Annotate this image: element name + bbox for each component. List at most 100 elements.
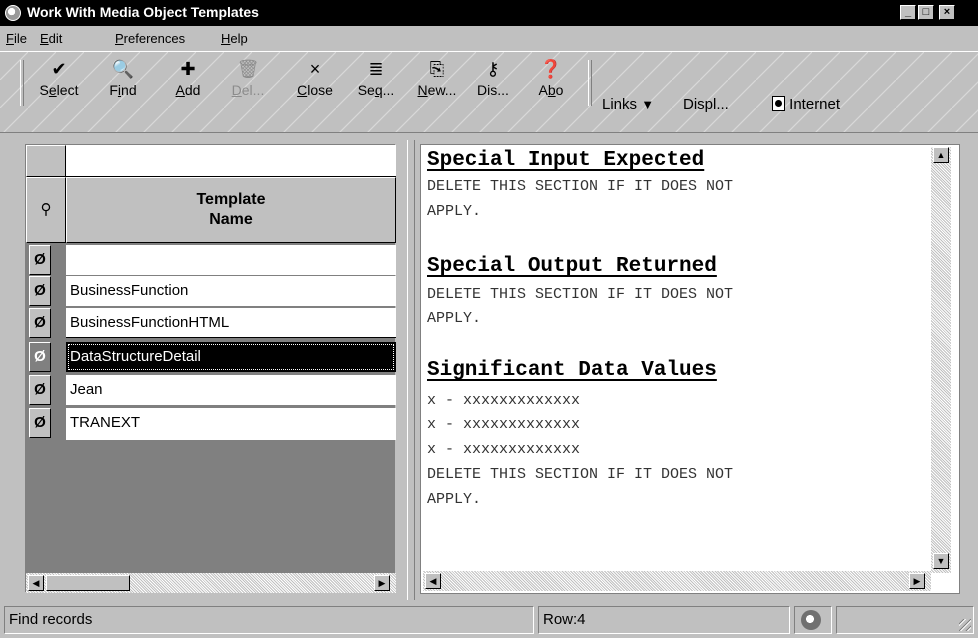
toolbar-grip-2[interactable] (588, 60, 592, 106)
table-row-selected[interactable]: DataStructureDetail (66, 342, 396, 372)
menu-help[interactable]: Help (221, 31, 248, 46)
links-menu[interactable]: Links ▼ (602, 96, 654, 113)
scroll-up-arrow-icon[interactable]: ▲ (933, 147, 949, 163)
about-label-mnemonic: b (547, 82, 556, 98)
about-label-post: o (555, 82, 564, 98)
panel-splitter[interactable] (407, 140, 415, 600)
display-menu[interactable]: Displ... (683, 96, 729, 113)
section-text: x - xxxxxxxxxxxxx (427, 416, 581, 433)
section-text: x - xxxxxxxxxxxxx (427, 441, 581, 458)
find-button[interactable]: 🔍 Find (103, 56, 143, 120)
internet-button[interactable]: Internet (772, 96, 840, 113)
sequence-button[interactable]: ≣ Seq... (350, 56, 402, 120)
close-label-post: lose (307, 82, 333, 98)
grid-horizontal-scrollbar[interactable]: ◀ ▶ (26, 573, 396, 593)
scroll-right-arrow-icon[interactable]: ▶ (909, 573, 925, 589)
scroll-left-arrow-icon[interactable]: ◀ (28, 575, 44, 591)
checkmark-icon: ✔ (51, 59, 67, 79)
qbe-row-header (26, 145, 66, 177)
links-label: Links (602, 96, 638, 113)
status-bar: Find records Row:4 (0, 603, 978, 638)
title-bar[interactable]: Work With Media Object Templates _ □ × (0, 0, 978, 26)
section-text: DELETE THIS SECTION IF IT DOES NOT (427, 178, 734, 195)
menu-file[interactable]: File (6, 31, 27, 46)
trash-icon: 🗑 (236, 59, 260, 79)
close-button[interactable]: × Close (288, 56, 342, 120)
new-button[interactable]: ⎘ New... (414, 56, 460, 120)
section-text: DELETE THIS SECTION IF IT DOES NOT (427, 466, 734, 483)
table-row[interactable]: TRANEXT (66, 408, 396, 440)
menu-preferences-mnemonic: P (115, 31, 124, 46)
add-label-mnemonic: A (175, 82, 185, 98)
select-label-post: lect (56, 82, 79, 98)
dropdown-triangle-icon: ▼ (641, 97, 655, 112)
about-button[interactable]: ❓ Abo (530, 56, 572, 120)
menu-preferences-label: references (123, 31, 186, 46)
menu-edit[interactable]: Edit (40, 31, 62, 46)
sequence-label-mnemonic: q (374, 82, 383, 98)
delete-label-mnemonic: D (231, 82, 242, 98)
scroll-down-arrow-icon[interactable]: ▼ (933, 553, 949, 569)
status-empty-cell (836, 606, 974, 634)
minimize-button[interactable]: _ (900, 5, 916, 20)
table-row[interactable]: Jean (66, 375, 396, 405)
column-header-line2: Name (209, 211, 253, 228)
media-object-viewer[interactable]: Special Input Expected DELETE THIS SECTI… (420, 144, 960, 594)
maximize-button[interactable]: □ (918, 5, 934, 20)
binoculars-icon[interactable]: ⚲ (26, 177, 66, 243)
menu-preferences[interactable]: Preferences (115, 31, 185, 46)
attachment-icon[interactable]: Ø (29, 308, 51, 338)
viewer-horizontal-scrollbar[interactable]: ◀ ▶ (423, 571, 931, 591)
scroll-left-arrow-icon[interactable]: ◀ (425, 573, 441, 589)
display-label: Dis... (477, 82, 509, 98)
find-label-post: nd (121, 82, 137, 98)
sequence-label-post: ... (382, 82, 395, 98)
display-button[interactable]: ⚷ Dis... (468, 56, 518, 120)
attachment-icon[interactable]: Ø (29, 245, 51, 275)
binoculars-icon: ⚷ (486, 59, 500, 79)
scroll-right-arrow-icon[interactable]: ▶ (374, 575, 390, 591)
section-text: APPLY. (427, 203, 482, 220)
table-row[interactable] (66, 245, 396, 275)
about-label-pre: A (538, 82, 548, 98)
select-button[interactable]: ✔ Select (33, 56, 85, 120)
new-label-mnemonic: N (417, 82, 428, 98)
scroll-thumb[interactable] (46, 575, 130, 591)
template-name-column-header[interactable]: Template Name (66, 177, 396, 243)
section-text: APPLY. (427, 491, 482, 508)
menu-bar: File Edit Preferences Help (0, 26, 978, 50)
status-message: Find records (4, 606, 534, 634)
globe-icon (801, 610, 821, 630)
delete-label-post: el... (241, 82, 265, 98)
menu-help-mnemonic: H (221, 31, 231, 46)
table-row[interactable]: BusinessFunctionHTML (66, 308, 396, 338)
select-label-mnemonic: e (48, 82, 57, 98)
section-text: DELETE THIS SECTION IF IT DOES NOT (427, 286, 734, 303)
attachment-icon[interactable]: Ø (29, 375, 51, 405)
close-label-mnemonic: C (297, 82, 308, 98)
menu-file-mnemonic: F (6, 31, 14, 46)
delete-button[interactable]: 🗑 Del... (227, 56, 269, 120)
section-text: APPLY. (427, 310, 482, 327)
internet-label: Internet (789, 96, 841, 113)
resize-grip-icon[interactable] (959, 619, 971, 631)
template-grid: ⚲ Template Name Ø Ø BusinessFunction Ø B… (25, 144, 396, 593)
close-window-button[interactable]: × (939, 5, 955, 20)
attachment-icon[interactable]: Ø (29, 408, 51, 438)
new-label-post: ew... (427, 82, 457, 98)
app-globe-icon[interactable] (5, 5, 21, 21)
about-help-icon: ❓ (539, 59, 563, 79)
viewer-vertical-scrollbar[interactable]: ▲ ▼ (931, 147, 951, 573)
table-row[interactable]: BusinessFunction (66, 276, 396, 306)
attachment-icon[interactable]: Ø (29, 276, 51, 306)
qbe-template-name-input[interactable] (66, 145, 396, 177)
menu-edit-label: dit (48, 31, 63, 46)
add-label-post: dd (184, 82, 201, 98)
column-header-line1: Template (196, 191, 266, 208)
add-button[interactable]: ✚ Add (170, 56, 206, 120)
section-heading: Special Input Expected (427, 149, 705, 172)
attachment-icon[interactable]: Ø (29, 342, 51, 372)
status-row-indicator: Row:4 (538, 606, 790, 634)
toolbar-grip[interactable] (20, 60, 24, 106)
select-label-pre: S (39, 82, 49, 98)
